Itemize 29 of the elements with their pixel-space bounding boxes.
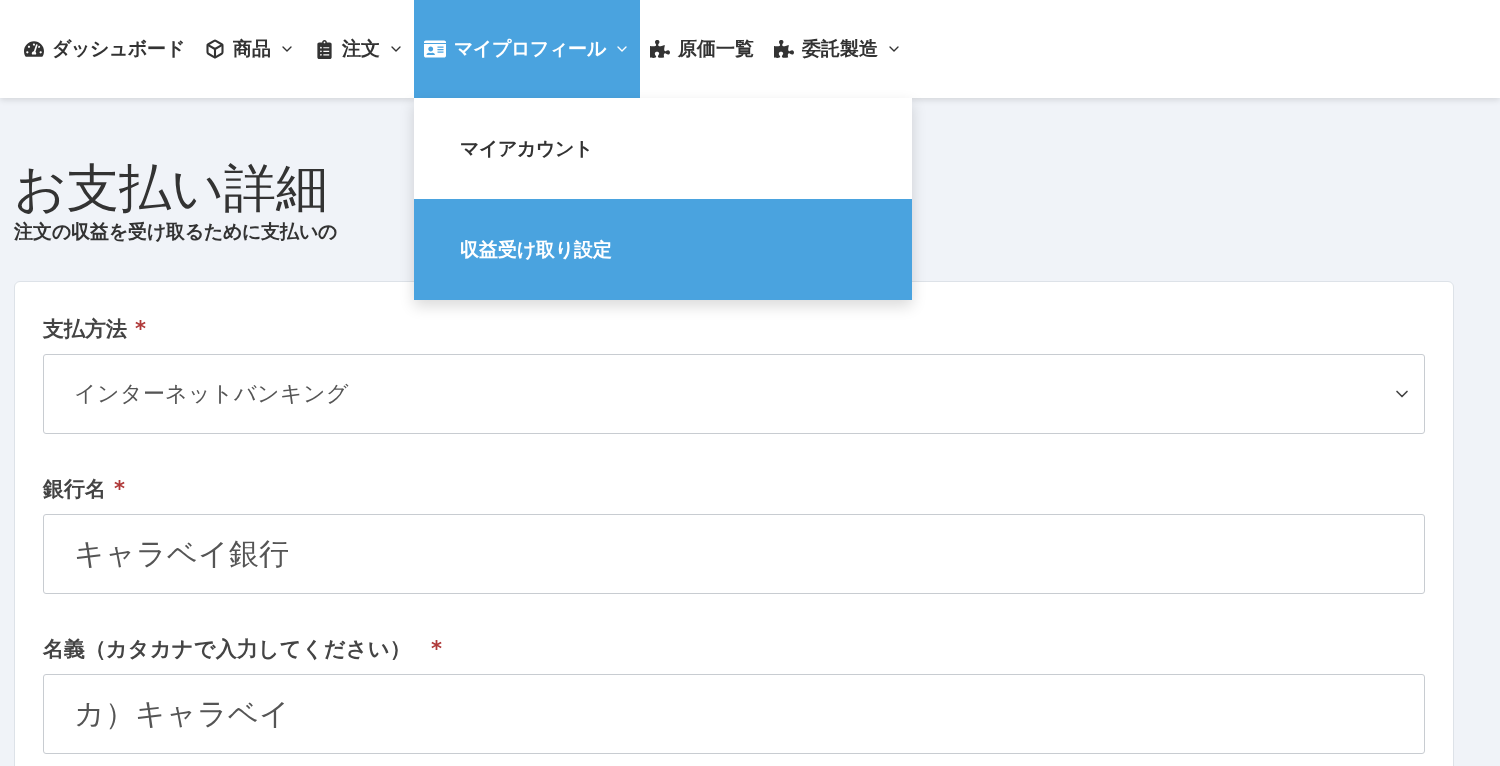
page-title: お支払い詳細 xyxy=(14,160,329,218)
nav-label: ダッシュボード xyxy=(52,36,185,61)
field-label: 支払方法 xyxy=(43,316,127,344)
field-label: 銀行名 xyxy=(43,476,106,504)
field-label: 名義（カタカナで入力してください） xyxy=(43,636,411,664)
id-card-icon xyxy=(424,38,446,60)
gauge-icon xyxy=(24,39,44,59)
nav-item[interactable]: 商品 xyxy=(195,0,305,98)
select-field[interactable]: インターネットバンキング xyxy=(43,354,1425,435)
page-subtitle: 注文の収益を受け取るために支払いの xyxy=(14,219,338,245)
menu-item[interactable]: マイアカウント xyxy=(414,98,912,199)
clipboard-icon xyxy=(315,39,334,59)
nav-label: マイプロフィール xyxy=(454,36,606,61)
nav-label: 委託製造 xyxy=(802,36,878,61)
input-field[interactable]: カ）キャラベイ xyxy=(43,674,1425,755)
nav-label: 注文 xyxy=(342,36,380,61)
nav-item[interactable]: 委託製造 xyxy=(764,0,912,98)
nav-item[interactable]: 注文 xyxy=(305,0,414,98)
cube-icon xyxy=(205,39,225,59)
nav-item[interactable]: 原価一覧 xyxy=(640,0,764,98)
required-mark: * xyxy=(114,477,125,502)
input-field[interactable]: キャラベイ銀行 xyxy=(43,514,1425,595)
required-mark: * xyxy=(431,637,442,662)
puzzle-icon xyxy=(650,39,670,59)
nav-item[interactable]: ダッシュボード xyxy=(14,0,195,98)
required-mark: * xyxy=(135,317,146,342)
nav-label: 原価一覧 xyxy=(678,36,754,61)
puzzle-icon xyxy=(774,39,794,59)
nav-label: 商品 xyxy=(233,36,271,61)
